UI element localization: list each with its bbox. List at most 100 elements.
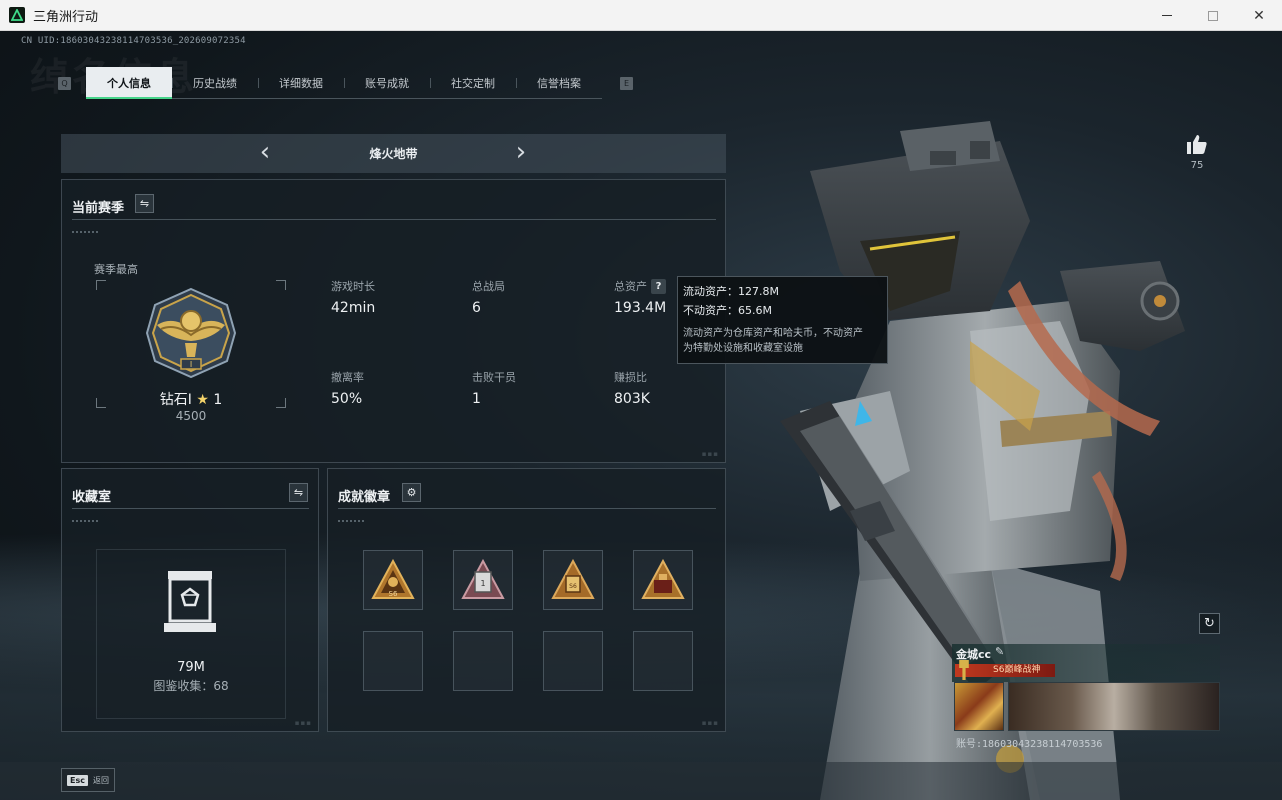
mode-name: 烽火地带 (369, 147, 418, 161)
tooltip-description-line: 为特勤处设施和收藏室设施 (683, 343, 803, 354)
close-button[interactable]: ✕ (1236, 0, 1282, 31)
stat-label: 赚损比 (614, 371, 647, 384)
rank-stars: 1 (213, 392, 223, 408)
assets-tooltip: 流动资产：127.8M 不动资产：65.6M 流动资产为仓库资产和哈夫币，不动资… (677, 276, 888, 364)
vault-case-icon (164, 571, 216, 632)
panel-corner-mark: ▪▪▪ (701, 719, 719, 727)
avatar[interactable] (954, 682, 1004, 731)
switch-collection-button[interactable]: ⇋ (289, 483, 308, 502)
stat-label: 击败干员 (472, 371, 516, 384)
stat-play-time: 游戏时长 42min (331, 278, 441, 316)
stat-value: 1 (472, 391, 481, 407)
chevron-left-icon[interactable]: ‹ (253, 139, 277, 166)
svg-text:I: I (190, 360, 192, 369)
gear-icon[interactable]: ⚙ (402, 483, 421, 502)
tab-reputation[interactable]: 信誉档案 (516, 67, 602, 98)
thumbs-up-icon[interactable] (1185, 133, 1209, 155)
panel-corner-mark: ▪▪▪ (294, 719, 312, 727)
tab-personal-info[interactable]: 个人信息 (86, 67, 172, 99)
empty-badge-slot[interactable] (543, 631, 603, 691)
back-button[interactable]: Esc 返回 (61, 768, 115, 792)
tab-history[interactable]: 历史战绩 (172, 67, 258, 98)
star-icon: ★ (196, 392, 209, 408)
frame-corner (96, 280, 106, 290)
tab-achievements[interactable]: 账号成就 (344, 67, 430, 98)
collection-room-panel: 收藏室 ⇋ 79M 图鉴收集：68 ▪▪▪ (61, 468, 319, 732)
profile-tabs: Q 个人信息 历史战绩 详细数据 账号成就 社交定制 信誉档案 E (58, 67, 638, 99)
switch-season-button[interactable]: ⇋ (135, 194, 154, 213)
frame-corner (276, 398, 286, 408)
achievement-badges-panel: 成就徽章 ⚙ S6 1 S6 ▪▪▪ (327, 468, 726, 732)
tab-prev-key[interactable]: Q (58, 76, 71, 90)
bottom-bar (0, 762, 1282, 800)
mode-selector: ‹ 烽火地带 › (61, 134, 726, 173)
maximize-button[interactable] (1190, 0, 1236, 31)
empty-badge-slot[interactable] (633, 631, 693, 691)
stat-extraction-rate: 撤离率 50% (331, 369, 441, 407)
tab-next-key[interactable]: E (620, 76, 633, 90)
tooltip-description-line: 流动资产为仓库资产和哈夫币，不动资产 (683, 328, 863, 339)
s6-triangle-badge-icon[interactable]: S6 (543, 550, 603, 610)
divider-dots (338, 520, 364, 522)
empty-badge-slot[interactable] (453, 631, 513, 691)
vault-collection-count: 图鉴收集：68 (153, 679, 229, 693)
svg-text:S6: S6 (569, 583, 577, 590)
stat-label: 游戏时长 (331, 280, 375, 293)
divider-dots (72, 231, 98, 233)
divider (72, 219, 716, 220)
rank-points: 4500 (175, 409, 207, 423)
frame-corner (96, 398, 106, 408)
stat-value: 803K (614, 391, 650, 407)
window-titlebar[interactable]: 三角洲行动 ✕ (0, 0, 1282, 31)
svg-text:S6: S6 (389, 590, 398, 598)
panel-title: 成就徽章 (338, 490, 391, 505)
season-best-label: 赛季最高 (94, 263, 138, 276)
player-banner[interactable] (1008, 682, 1220, 731)
divider (72, 508, 309, 509)
stat-value: 42min (331, 300, 376, 316)
player-name: 金城cc (956, 648, 992, 661)
s6-badge-icon[interactable]: S6 (363, 550, 423, 610)
tooltip-liquid-assets: 流动资产：127.8M (683, 285, 779, 298)
tooltip-fixed-assets: 不动资产：65.6M (683, 304, 772, 317)
stat-label-text: 总资产 (614, 280, 647, 293)
tab-social[interactable]: 社交定制 (430, 67, 516, 98)
stat-label: 撤离率 (331, 371, 364, 384)
account-uid: CN UID:18603043238114703536_202609072354 (21, 36, 246, 46)
like-count: 75 (1190, 160, 1204, 171)
player-card-uid: 账号:18603043238114703536 (956, 739, 1103, 750)
current-season-panel: 当前赛季 ⇋ 赛季最高 I 钻石I ★ 1 4500 游戏时长 42min 总战… (61, 179, 726, 463)
tooltip-description: 流动资产为仓库资产和哈夫币，不动资产 为特勤处设施和收藏室设施 (683, 326, 882, 356)
divider-dots (72, 520, 98, 522)
minimize-button[interactable] (1144, 0, 1190, 31)
divider (338, 508, 716, 509)
window-title: 三角洲行动 (33, 9, 99, 25)
app-logo-icon (9, 7, 25, 23)
help-icon[interactable]: ? (651, 278, 666, 294)
empty-badge-slot[interactable] (363, 631, 423, 691)
svg-text:1: 1 (480, 579, 485, 588)
esc-key-icon: Esc (67, 774, 88, 786)
frame-corner (276, 280, 286, 290)
refresh-icon[interactable]: ↻ (1199, 613, 1220, 634)
stat-total-matches: 总战局 6 (472, 278, 582, 316)
panel-title: 当前赛季 (72, 201, 125, 216)
like-widget[interactable]: 75 (1184, 133, 1210, 171)
s1-badge-icon[interactable]: 1 (453, 550, 513, 610)
tab-detailed-data[interactable]: 详细数据 (258, 67, 344, 98)
player-title-plate: S6巅峰战神 (955, 664, 1055, 677)
rank-name: 钻石I ★ 1 (122, 389, 260, 409)
window-controls: ✕ (1144, 0, 1282, 31)
crate-badge-icon[interactable] (633, 550, 693, 610)
player-card[interactable]: 金城cc ✎ S6巅峰战神 账号:18603043238114703536 (952, 644, 1220, 750)
chevron-right-icon[interactable]: › (509, 139, 533, 166)
stat-value: 6 (472, 300, 481, 316)
vault-value: 79M (177, 660, 205, 675)
pencil-icon[interactable]: ✎ (995, 645, 1004, 658)
stat-value: 50% (331, 391, 363, 407)
tab-list: 个人信息 历史战绩 详细数据 账号成就 社交定制 信誉档案 (86, 67, 602, 99)
panel-corner-mark: ▪▪▪ (701, 450, 719, 458)
stat-operators-defeated: 击败干员 1 (472, 369, 582, 407)
game-viewport: 绰名信息 CN UID:18603043238114703536_2026090… (0, 31, 1282, 800)
rank-title: 钻石I (159, 392, 192, 408)
